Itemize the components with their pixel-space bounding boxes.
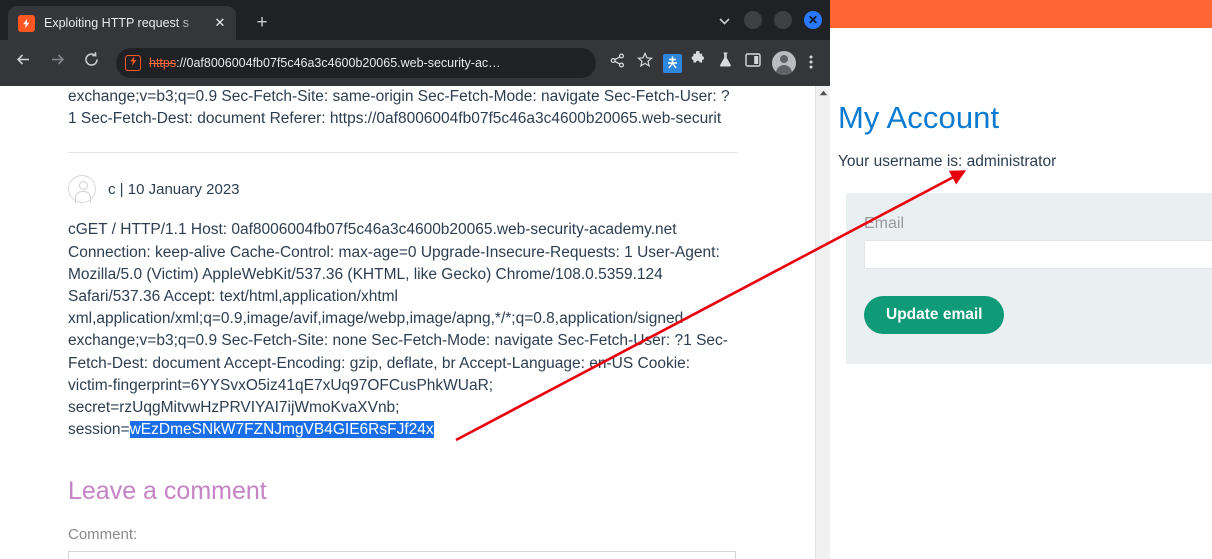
lightning-bolt-icon xyxy=(18,14,35,32)
leave-comment-heading: Leave a comment xyxy=(68,477,267,506)
url-scheme: https xyxy=(149,56,177,70)
lab-content: My Account Your username is: administrat… xyxy=(830,100,1212,364)
browser-menu-icon[interactable] xyxy=(800,54,822,73)
lab-status-banner xyxy=(830,0,1212,28)
window-controls: ✕ xyxy=(716,6,822,34)
page-title: My Account xyxy=(838,100,1000,135)
browser-toolbar: https://0af8006004fb07f5c46a3c4600b20065… xyxy=(0,40,830,86)
minimize-button[interactable] xyxy=(744,11,762,29)
chevron-down-icon[interactable] xyxy=(716,14,732,27)
back-icon[interactable] xyxy=(8,48,38,78)
share-icon[interactable] xyxy=(604,50,630,76)
blog-post-page: exchange;v=b3;q=0.9 Sec-Fetch-Site: same… xyxy=(0,86,815,559)
flask-icon[interactable] xyxy=(712,50,738,76)
comment-header: c | 10 January 2023 xyxy=(68,173,815,205)
username-line: Your username is: administrator xyxy=(838,153,1057,170)
email-field[interactable] xyxy=(864,240,1212,269)
tab-title: Exploiting HTTP request s xyxy=(44,16,189,30)
comment-body-text: cGET / HTTP/1.1 Host: 0af8006004fb07f5c4… xyxy=(68,221,728,439)
previous-comment-tail: exchange;v=b3;q=0.9 Sec-Fetch-Site: same… xyxy=(68,88,730,128)
comment-meta: c | 10 January 2023 xyxy=(108,181,240,198)
screen-root: Exploiting HTTP request s ✕ + ✕ https://… xyxy=(0,0,1212,559)
session-token-highlighted[interactable]: wEzDmeSNkW7FZNJmgVB4GIE6RsFJf24x xyxy=(129,421,434,439)
maximize-button[interactable] xyxy=(774,11,792,29)
not-secure-icon[interactable] xyxy=(125,55,141,71)
forward-icon[interactable] xyxy=(42,48,72,78)
address-bar[interactable]: https://0af8006004fb07f5c46a3c4600b20065… xyxy=(116,48,596,78)
new-tab-button[interactable]: + xyxy=(250,12,274,36)
page-viewport: exchange;v=b3;q=0.9 Sec-Fetch-Site: same… xyxy=(0,86,830,559)
comment-meta-separator: | xyxy=(119,180,124,198)
email-label: Email xyxy=(864,215,905,232)
address-bar-text: https://0af8006004fb07f5c46a3c4600b20065… xyxy=(149,56,501,70)
burp-extension-icon[interactable] xyxy=(663,53,682,73)
puzzle-icon[interactable] xyxy=(684,50,710,76)
comment-entry: c | 10 January 2023 cGET / HTTP/1.1 Host… xyxy=(68,171,815,441)
comment-author: c xyxy=(108,180,116,198)
comment-textarea[interactable] xyxy=(68,551,736,559)
bookmark-star-icon[interactable] xyxy=(632,50,658,76)
reload-icon[interactable] xyxy=(76,48,106,78)
url-host: 0af8006004fb07f5c46a3c4600b20065.web-sec… xyxy=(186,56,501,70)
comment-body: cGET / HTTP/1.1 Host: 0af8006004fb07f5c4… xyxy=(68,219,738,441)
comment-divider xyxy=(68,152,738,154)
update-email-button[interactable]: Update email xyxy=(864,296,1005,334)
url-separator: :// xyxy=(176,56,187,70)
tab-close-icon[interactable]: ✕ xyxy=(212,15,228,31)
lab-account-panel: My Account Your username is: administrat… xyxy=(830,0,1212,559)
avatar xyxy=(68,175,96,204)
update-email-form: Email Update email xyxy=(846,193,1212,364)
tab-strip: Exploiting HTTP request s ✕ + ✕ xyxy=(0,0,830,40)
browser-window: Exploiting HTTP request s ✕ + ✕ https://… xyxy=(0,0,830,559)
comment-date: 10 January 2023 xyxy=(127,180,240,198)
browser-tab[interactable]: Exploiting HTTP request s ✕ xyxy=(8,6,236,40)
comment-field-label: Comment: xyxy=(68,526,138,544)
close-window-button[interactable]: ✕ xyxy=(804,11,822,29)
side-panel-icon[interactable] xyxy=(740,50,766,76)
page-scrollbar[interactable] xyxy=(815,86,830,559)
scrollbar-up-arrow[interactable] xyxy=(816,86,830,101)
profile-avatar[interactable] xyxy=(772,51,796,75)
